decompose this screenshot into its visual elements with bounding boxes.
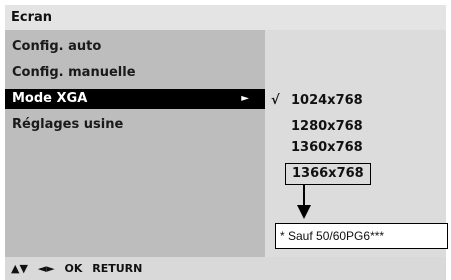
option-1360x768[interactable]: 1360x768 xyxy=(265,138,446,158)
screen-title: Ecran xyxy=(5,5,446,30)
triangle-right-icon: ► xyxy=(241,93,249,104)
option-label: 1366x768 xyxy=(285,163,371,185)
option-1366x768[interactable]: 1366x768 xyxy=(265,163,446,185)
menu-item-label: Réglages usine xyxy=(12,117,124,132)
ok-key-hint: OK xyxy=(64,262,83,275)
menu-item-reglages-usine[interactable]: Réglages usine xyxy=(5,115,265,135)
return-key-hint: RETURN xyxy=(92,262,143,275)
option-label: 1360x768 xyxy=(291,140,363,155)
note-callout: * Sauf 50/60PG6*** xyxy=(275,223,448,249)
option-label: 1280x768 xyxy=(291,119,363,134)
option-1024x768[interactable]: √ 1024x768 xyxy=(265,91,446,111)
menu-item-mode-xga[interactable]: Mode XGA ► xyxy=(5,89,265,109)
option-1280x768[interactable]: 1280x768 xyxy=(265,117,446,137)
arrow-down-icon xyxy=(297,205,311,219)
menu-item-config-manuelle[interactable]: Config. manuelle xyxy=(5,63,265,83)
leftright-arrows-icon: ◄► xyxy=(37,262,55,275)
menu-item-config-auto[interactable]: Config. auto xyxy=(5,37,265,57)
menu-item-label: Mode XGA xyxy=(12,91,88,106)
menu-item-label: Config. auto xyxy=(12,39,102,54)
callout-arrow-line xyxy=(303,184,305,206)
updown-arrows-icon: ▲▼ xyxy=(11,262,28,275)
osd-screen: Ecran Config. auto Config. manuelle Mode… xyxy=(0,0,451,280)
key-hints-bar: ▲▼ ◄► OK RETURN xyxy=(5,257,446,280)
menu-panel: Config. auto Config. manuelle Mode XGA ►… xyxy=(5,30,265,257)
menu-item-label: Config. manuelle xyxy=(12,65,136,80)
checkmark-icon: √ xyxy=(271,93,280,108)
option-label: 1024x768 xyxy=(291,93,363,108)
